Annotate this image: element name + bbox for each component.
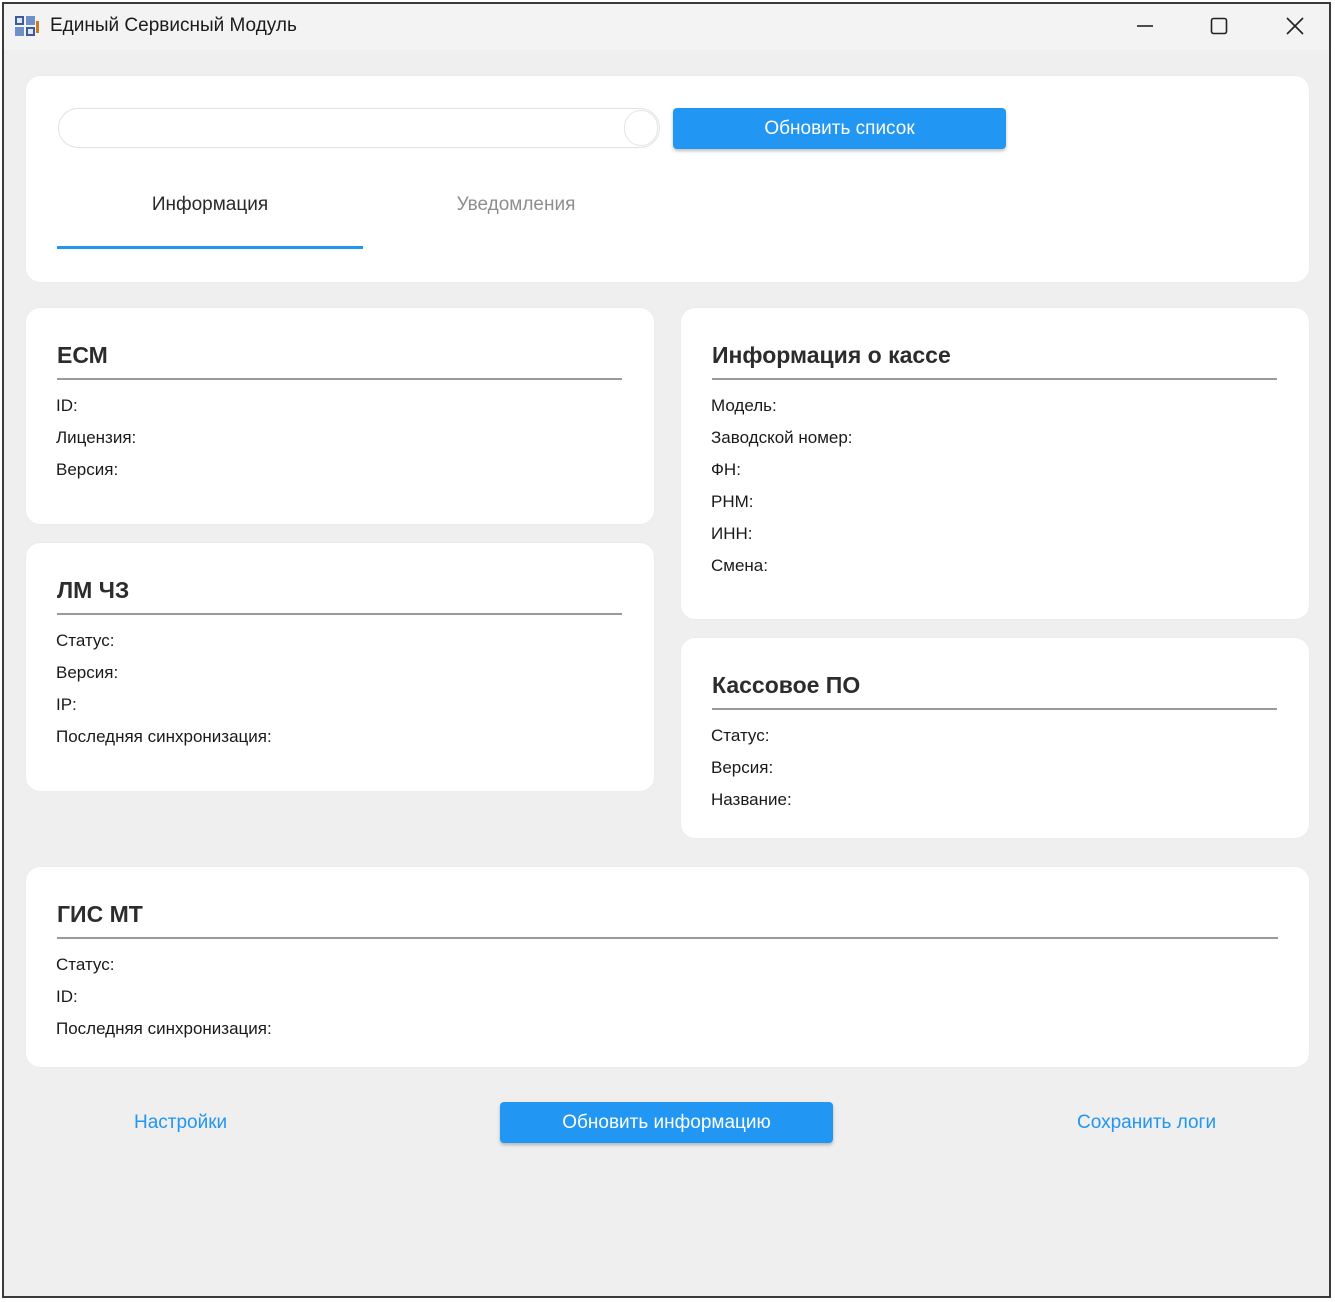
gis-mt-card: ГИС МТ Статус: ID: Последняя синхронизац…	[26, 867, 1309, 1067]
kassa-shift-label: Смена:	[711, 556, 768, 575]
kassa-model-label: Модель:	[711, 396, 777, 415]
refresh-list-button[interactable]: Обновить список	[673, 108, 1006, 149]
lm-status-label: Статус:	[56, 631, 115, 650]
ecm-license-label: Лицензия:	[56, 428, 137, 447]
kassa-info-card: Информация о кассе Модель: Заводской ном…	[681, 308, 1309, 619]
card-divider	[57, 613, 622, 615]
lm-ip-label: IP:	[56, 695, 77, 714]
active-tab-indicator	[57, 246, 363, 249]
window-title: Единый Сервисный Модуль	[50, 15, 297, 36]
app-window: Единый Сервисный Модуль Обновить список …	[2, 2, 1331, 1298]
maximize-icon	[1210, 17, 1228, 35]
tab-information[interactable]: Информация	[57, 194, 363, 224]
refresh-info-button[interactable]: Обновить информацию	[500, 1102, 833, 1143]
title-bar: Единый Сервисный Модуль	[4, 4, 1329, 50]
card-divider	[712, 378, 1277, 380]
save-logs-link[interactable]: Сохранить логи	[1077, 1112, 1216, 1134]
lm-card: ЛМ ЧЗ Статус: Версия: IP: Последняя синх…	[26, 543, 654, 791]
po-version-label: Версия:	[711, 758, 774, 777]
gis-last-sync-label: Последняя синхронизация:	[56, 1019, 272, 1038]
gis-id-label: ID:	[56, 987, 78, 1006]
search-input[interactable]	[58, 108, 660, 148]
kassa-serial-label: Заводской номер:	[711, 428, 853, 447]
card-title: ЛМ ЧЗ	[57, 577, 130, 603]
search-input-end-cap	[624, 110, 658, 146]
card-divider	[57, 378, 622, 380]
minimize-icon	[1137, 25, 1153, 27]
minimize-button[interactable]	[1108, 4, 1182, 48]
card-title: ГИС МТ	[57, 901, 143, 927]
close-icon	[1286, 17, 1304, 35]
lm-version-label: Версия:	[56, 663, 119, 682]
ecm-id-label: ID:	[56, 396, 78, 415]
card-title: Кассовое ПО	[712, 672, 861, 698]
po-status-label: Статус:	[711, 726, 770, 745]
card-divider	[57, 937, 1278, 939]
gis-status-label: Статус:	[56, 955, 115, 974]
kassa-inn-label: ИНН:	[711, 524, 753, 543]
card-title: Информация о кассе	[712, 342, 951, 368]
settings-link[interactable]: Настройки	[134, 1112, 227, 1134]
app-icon	[14, 13, 40, 39]
kassa-fn-label: ФН:	[711, 460, 741, 479]
lm-last-sync-label: Последняя синхронизация:	[56, 727, 272, 746]
maximize-button[interactable]	[1182, 4, 1256, 48]
kassa-software-card: Кассовое ПО Статус: Версия: Название:	[681, 638, 1309, 838]
ecm-version-label: Версия:	[56, 460, 119, 479]
tab-notifications[interactable]: Уведомления	[363, 194, 669, 224]
po-name-label: Название:	[711, 790, 792, 809]
card-title: ЕСМ	[57, 342, 108, 368]
ecm-card: ЕСМ ID: Лицензия: Версия:	[26, 308, 654, 524]
card-divider	[712, 708, 1277, 710]
top-panel: Обновить список Информация Уведомления	[26, 76, 1309, 282]
close-button[interactable]	[1258, 4, 1329, 48]
kassa-rnm-label: РНМ:	[711, 492, 754, 511]
